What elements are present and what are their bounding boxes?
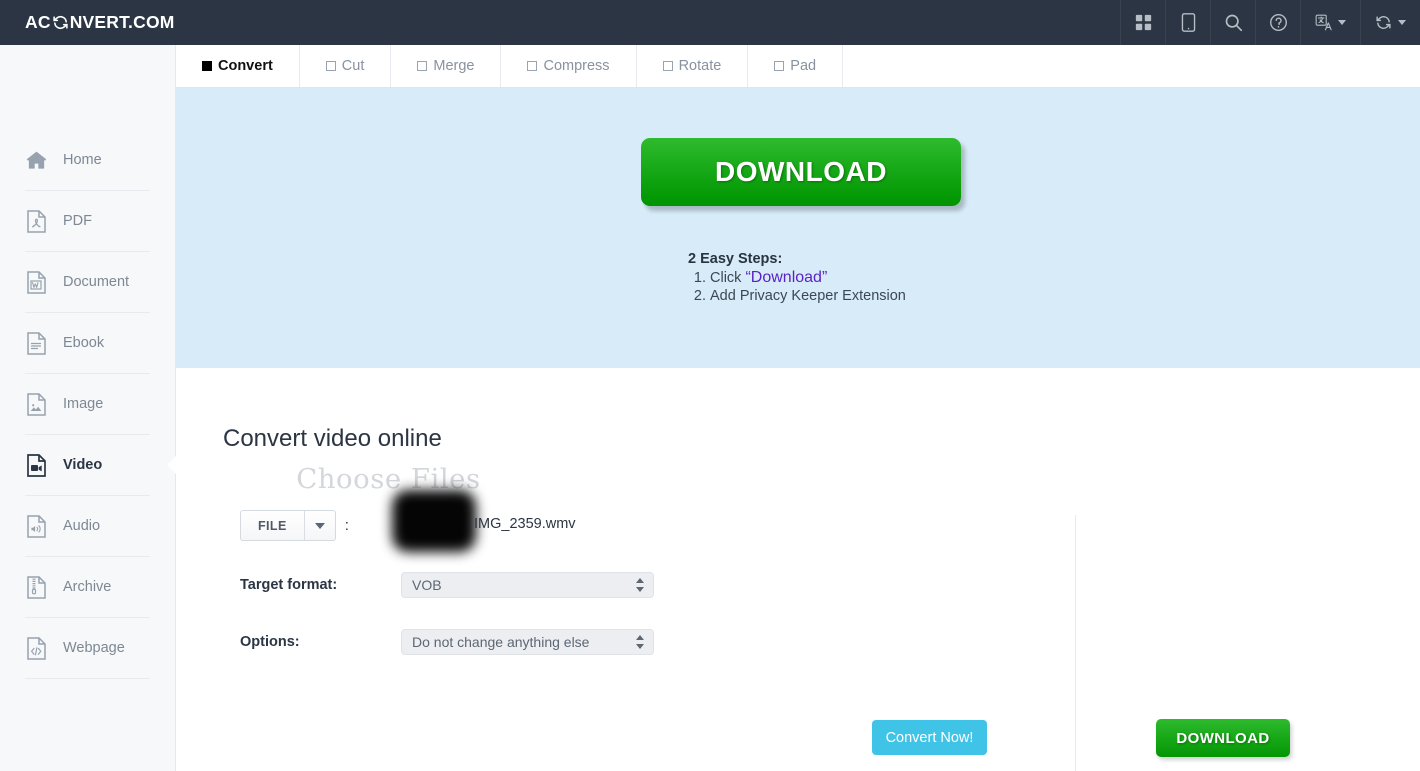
chevron-down-icon: [1338, 20, 1346, 25]
brand-suffix: NVERT.COM: [69, 12, 175, 32]
convert-now-button[interactable]: Convert Now!: [872, 720, 987, 755]
sidebar-ad-download-button[interactable]: DOWNLOAD: [1156, 719, 1290, 757]
header-tool-group: [1120, 0, 1420, 45]
code-file-icon: [25, 636, 47, 660]
tab-strip-filler: [843, 45, 1420, 87]
apps-grid-icon[interactable]: [1120, 0, 1165, 45]
options-row: Options: Do not change anything else: [240, 629, 654, 655]
file-source-dropdown-toggle[interactable]: [305, 511, 335, 540]
select-spinner-icon: [635, 635, 644, 649]
file-source-label[interactable]: FILE: [241, 511, 305, 540]
file-source-selector[interactable]: FILE: [240, 510, 336, 541]
select-spinner-icon: [635, 578, 644, 592]
content-vertical-divider: [1075, 515, 1076, 771]
tab-convert[interactable]: Convert: [176, 45, 300, 87]
ad-step-2: Add Privacy Keeper Extension: [710, 287, 906, 306]
sidebar-item-label: Video: [63, 457, 103, 473]
sidebar-item-archive[interactable]: Archive: [25, 557, 150, 618]
image-file-icon: [25, 392, 47, 416]
header-spacer: [175, 0, 1120, 45]
redacted-file-picker-button[interactable]: [392, 490, 476, 552]
ad-step-1: Click “Download”: [710, 269, 906, 288]
main-content-panel: Convert video online Choose Files FILE :…: [176, 368, 1420, 771]
search-icon[interactable]: [1210, 0, 1255, 45]
tab-label: Pad: [790, 58, 817, 74]
sidebar-item-label: Archive: [63, 579, 112, 595]
tab-label: Rotate: [678, 58, 722, 74]
target-format-row: Target format: VOB: [240, 572, 654, 598]
options-label: Options:: [240, 634, 300, 650]
options-select[interactable]: Do not change anything else: [401, 629, 654, 655]
sidebar-item-label: Ebook: [63, 335, 105, 351]
ad-steps-heading: 2 Easy Steps:: [688, 251, 783, 267]
ad-step-1-prefix: Click: [710, 269, 742, 286]
home-icon: [25, 148, 47, 172]
selected-filename: IMG_2359.wmv: [474, 516, 576, 532]
sidebar-item-label: Document: [63, 274, 130, 290]
checkbox-icon: [662, 61, 673, 71]
options-value: Do not change anything else: [412, 634, 590, 650]
sidebar-item-document[interactable]: Document: [25, 252, 150, 313]
sidebar-item-label: PDF: [63, 213, 92, 229]
sidebar-item-pdf[interactable]: PDF: [25, 191, 150, 252]
help-circle-icon[interactable]: [1255, 0, 1300, 45]
archive-file-icon: [25, 575, 47, 599]
tab-rotate[interactable]: Rotate: [637, 45, 749, 87]
advertisement-banner: DOWNLOAD 2 Easy Steps: Click “Download” …: [176, 88, 1420, 368]
top-header-bar: AC NVERT.COM: [0, 0, 1420, 45]
ad-step-1-quoted: “Download”: [745, 268, 828, 286]
sidebar-item-ebook[interactable]: Ebook: [25, 313, 150, 374]
tab-merge[interactable]: Merge: [391, 45, 502, 87]
target-format-label: Target format:: [240, 577, 338, 593]
convert-refresh-icon[interactable]: [1360, 0, 1420, 45]
audio-file-icon: [25, 514, 47, 538]
word-document-icon: [25, 270, 47, 294]
target-format-value: VOB: [412, 577, 442, 593]
tab-pad[interactable]: Pad: [748, 45, 844, 87]
tab-cut[interactable]: Cut: [300, 45, 392, 87]
cycle-icon: [51, 14, 70, 31]
tab-label: Compress: [543, 58, 610, 74]
sidebar-item-home[interactable]: Home: [25, 130, 150, 191]
site-logo[interactable]: AC NVERT.COM: [0, 0, 175, 45]
sidebar-item-label: Image: [63, 396, 104, 412]
brand-prefix: AC: [25, 12, 51, 32]
sidebar: Home PDF Document Ebook Image Video Audi…: [0, 45, 176, 771]
sidebar-item-webpage[interactable]: Webpage: [25, 618, 150, 679]
ad-instructions: 2 Easy Steps: Click “Download” Add Priva…: [688, 250, 906, 306]
sidebar-item-image[interactable]: Image: [25, 374, 150, 435]
tab-label: Convert: [218, 58, 273, 74]
checkbox-icon: [325, 61, 336, 71]
sidebar-item-video[interactable]: Video: [25, 435, 150, 496]
tablet-icon[interactable]: [1165, 0, 1210, 45]
language-icon[interactable]: [1300, 0, 1360, 45]
checkbox-icon: [774, 61, 785, 71]
chevron-down-icon: [314, 522, 325, 529]
checkbox-icon: [417, 61, 428, 71]
pdf-file-icon: [25, 209, 47, 233]
file-source-row: FILE :: [240, 510, 349, 541]
tab-label: Cut: [341, 58, 365, 74]
sidebar-item-audio[interactable]: Audio: [25, 496, 150, 557]
ad-steps-list: Click “Download” Add Privacy Keeper Exte…: [688, 269, 906, 306]
checkbox-icon: [527, 61, 538, 71]
sidebar-nav-list: Home PDF Document Ebook Image Video Audi…: [0, 45, 175, 679]
file-row-separator: :: [344, 517, 349, 534]
chevron-down-icon: [1398, 20, 1406, 25]
sidebar-item-label: Home: [63, 152, 102, 168]
tab-compress[interactable]: Compress: [501, 45, 637, 87]
target-format-select[interactable]: VOB: [401, 572, 654, 598]
video-file-icon: [25, 453, 47, 477]
page-title: Convert video online: [223, 425, 442, 452]
ad-download-button[interactable]: DOWNLOAD: [641, 138, 961, 206]
checkbox-icon: [202, 61, 212, 71]
sidebar-item-label: Audio: [63, 518, 101, 534]
sidebar-item-label: Webpage: [63, 640, 125, 656]
tab-label: Merge: [433, 58, 475, 74]
operation-tab-strip: Convert Cut Merge Compress Rotate Pad: [176, 45, 1420, 88]
ebook-file-icon: [25, 331, 47, 355]
